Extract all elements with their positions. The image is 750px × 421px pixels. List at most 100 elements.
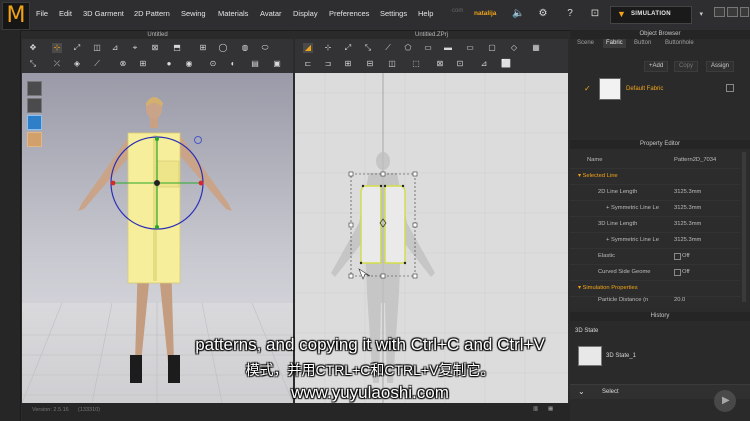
edit-sewing-icon[interactable]: ⊟ [365, 59, 375, 69]
elastic-checkbox[interactable] [674, 253, 681, 260]
tab-scene[interactable]: Scene [574, 39, 597, 48]
sew-icon[interactable]: ⟋ [92, 59, 102, 69]
name-value[interactable]: Pattern2D_7034 [674, 152, 716, 168]
topstitch-icon[interactable]: ⊿ [479, 59, 489, 69]
cart-icon[interactable]: ⊡ [589, 8, 601, 20]
tab-fabric[interactable]: Fabric [603, 39, 626, 48]
user-avatar[interactable]: ·com [450, 8, 472, 22]
circle-icon[interactable]: ◯ [218, 43, 228, 53]
avatar-measure-icon[interactable]: ⊞ [198, 43, 208, 53]
lasso-icon[interactable]: ◍ [240, 43, 250, 53]
select-mesh-icon[interactable]: ⊹ [52, 43, 62, 53]
avatar-hide-icon[interactable] [27, 98, 42, 113]
layout-2-icon[interactable]: ▦ [548, 406, 553, 412]
trim-icon[interactable]: ⤫ [52, 59, 62, 69]
curve-point-icon[interactable]: ⤢ [343, 43, 353, 53]
hide-icon[interactable]: ⊗ [118, 59, 128, 69]
copy-fabric-button[interactable]: Copy [674, 61, 699, 72]
menu-settings[interactable]: Settings [380, 9, 407, 18]
gear-icon[interactable]: ⚙ [537, 8, 549, 20]
help-icon[interactable]: ? [564, 8, 576, 20]
sphere-icon[interactable]: ◉ [184, 59, 194, 69]
snapshot-icon[interactable]: ▣ [272, 59, 282, 69]
transform-pattern-icon[interactable]: ◢ [303, 43, 313, 53]
arrange-icon[interactable]: ⤡ [28, 59, 38, 69]
texture-edit-icon[interactable]: ⬚ [411, 59, 421, 69]
free-sewing-icon[interactable]: ⊐ [323, 59, 333, 69]
maximize-button[interactable] [727, 7, 738, 17]
play-icon[interactable]: ▶ [714, 390, 736, 412]
history-item[interactable]: 3D State_1 [606, 353, 636, 359]
internal-polygon-icon[interactable]: ▬ [443, 43, 453, 53]
curved-checkbox[interactable] [674, 269, 681, 276]
fold-arrange-icon[interactable]: ◫ [387, 59, 397, 69]
camera-icon[interactable]: ⊙ [208, 59, 218, 69]
menu-display[interactable]: Display [293, 9, 318, 18]
grid-icon[interactable]: ⊞ [138, 59, 148, 69]
minimize-button[interactable] [714, 7, 725, 17]
menu-edit[interactable]: Edit [59, 9, 72, 18]
property-value[interactable]: 3125.3mm [674, 232, 701, 248]
polygon-icon[interactable]: ⬠ [403, 43, 413, 53]
trace-icon[interactable]: ▦ [531, 43, 541, 53]
avatar-display-icon[interactable] [27, 81, 42, 96]
property-value[interactable]: 3125.3mm [674, 200, 701, 216]
fabric-thumbnail[interactable] [599, 78, 621, 100]
shading-icon[interactable]: ◐ [228, 59, 238, 69]
add-fabric-button[interactable]: +Add [644, 61, 669, 72]
close-button[interactable] [740, 7, 749, 17]
rectangle-icon[interactable]: ▭ [423, 43, 433, 53]
menu-materials[interactable]: Materials [218, 9, 248, 18]
history-select-label[interactable]: Select [602, 389, 619, 395]
garment-icon[interactable]: ⬒ [172, 43, 182, 53]
chevron-down-icon[interactable]: ▾ [699, 10, 703, 18]
property-value[interactable]: 3125.3mm [674, 184, 701, 200]
button-tool-icon[interactable]: ◈ [72, 59, 82, 69]
tab-buttonhole[interactable]: Buttonhole [662, 39, 697, 48]
section-selected-line[interactable]: ▾ Selected Line [570, 168, 740, 185]
property-value[interactable]: 3125.3mm [674, 216, 701, 232]
fabric-menu-icon[interactable] [726, 84, 734, 92]
measure-icon[interactable]: ⊡ [455, 59, 465, 69]
property-scrollbar[interactable] [742, 152, 746, 302]
segment-sewing-icon[interactable]: ⊏ [303, 59, 313, 69]
fabric-name[interactable]: Default Fabric [626, 86, 663, 92]
tack-icon[interactable]: ⊿ [110, 43, 120, 53]
edit-pattern-icon[interactable]: ◫ [92, 43, 102, 53]
property-value[interactable]: 20.0 [674, 296, 685, 306]
internal-rectangle-icon[interactable]: ▭ [465, 43, 475, 53]
menu-3d-garment[interactable]: 3D Garment [83, 9, 124, 18]
point-icon[interactable]: ● [164, 59, 174, 69]
menu-avatar[interactable]: Avatar [260, 9, 282, 18]
add-point-icon[interactable]: ⤡ [363, 43, 373, 53]
ellipse-icon[interactable]: ⬭ [260, 43, 270, 53]
check-sewing-icon[interactable]: ⊞ [343, 59, 353, 69]
transform-icon[interactable]: ⤢ [72, 43, 82, 53]
menu-sewing[interactable]: Sewing [181, 9, 206, 18]
menu-file[interactable]: File [36, 9, 48, 18]
menu-help[interactable]: Help [418, 9, 433, 18]
chevron-down-icon[interactable]: ⌄ [578, 387, 585, 396]
zoom-fit-icon[interactable]: ⬜ [501, 59, 511, 69]
layout-icon[interactable]: ▥ [533, 406, 538, 412]
dart-icon[interactable]: ◇ [509, 43, 519, 53]
pin-icon[interactable]: ⌖ [130, 43, 140, 53]
library-strip[interactable] [0, 30, 21, 421]
volume-icon[interactable]: 🔈 [512, 8, 524, 20]
menu-preferences[interactable]: Preferences [329, 9, 369, 18]
tab-button[interactable]: Button [631, 39, 654, 48]
assign-fabric-button[interactable]: Assign [706, 61, 735, 72]
user-name[interactable]: natalija [474, 10, 496, 17]
edit-point-icon[interactable]: ⊹ [323, 43, 333, 53]
menu-2d-pattern[interactable]: 2D Pattern [134, 9, 170, 18]
section-simulation[interactable]: ▾ Simulation Properties [570, 280, 740, 297]
texture-display-icon[interactable] [27, 132, 42, 147]
grading-icon[interactable]: ⊠ [435, 59, 445, 69]
render-icon[interactable]: ▤ [250, 59, 260, 69]
fold-icon[interactable]: ⊠ [150, 43, 160, 53]
edit-curvature-icon[interactable]: ⟋ [383, 43, 393, 53]
internal-circle-icon[interactable]: ▢ [487, 43, 497, 53]
simulation-button[interactable]: ▼ SIMULATION ▾ [610, 6, 703, 24]
garment-display-icon[interactable] [27, 115, 42, 130]
select-move-icon[interactable]: ✥ [28, 43, 38, 53]
